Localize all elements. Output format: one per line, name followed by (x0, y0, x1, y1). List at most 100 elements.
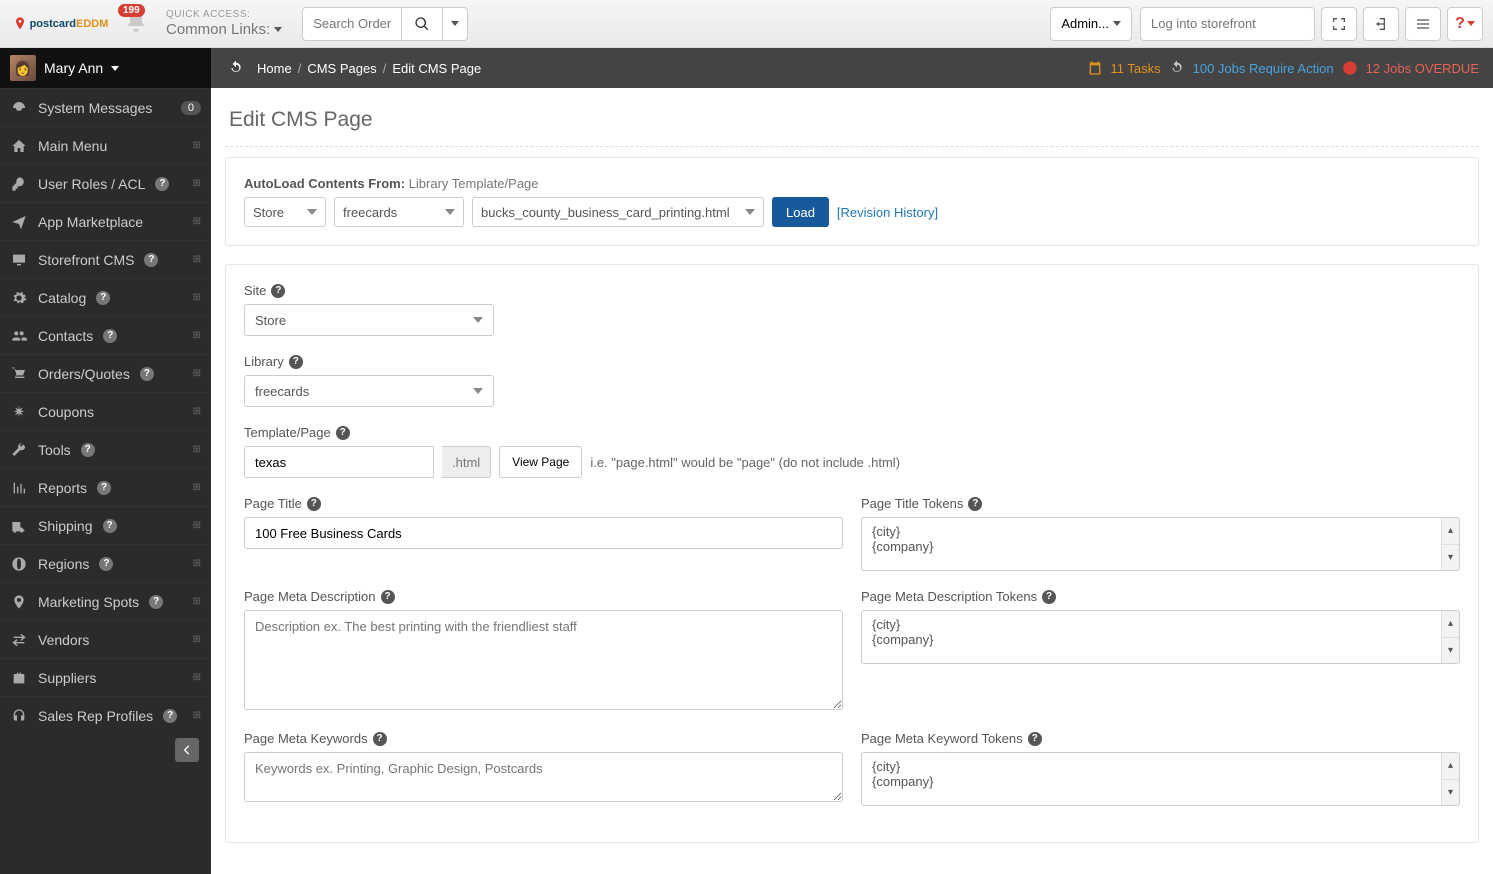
sidebar-item-catalog[interactable]: Catalog? ⊞ (0, 278, 211, 316)
scroll-up-icon[interactable]: ▴ (1441, 611, 1459, 638)
expand-icon: ⊞ (193, 368, 201, 379)
sidebar-item-label: App Marketplace (38, 214, 143, 230)
sidebar-item-system-messages[interactable]: System Messages 0 (0, 88, 211, 126)
help-icon[interactable]: ? (144, 253, 158, 267)
template-hint: i.e. "page.html" would be "page" (do not… (590, 455, 900, 470)
meta-keyword-tokens[interactable]: {city} {company} ▴▾ (861, 752, 1460, 806)
sidebar-item-orders-quotes[interactable]: Orders/Quotes?⊞ (0, 354, 211, 392)
scroll-down-icon[interactable]: ▾ (1441, 780, 1459, 806)
scroll-down-icon[interactable]: ▾ (1441, 545, 1459, 571)
breadcrumb-cms[interactable]: CMS Pages (307, 61, 376, 76)
exchange-icon (10, 632, 28, 648)
revision-history-link[interactable]: [Revision History] (837, 205, 938, 220)
autoload-store-select[interactable]: Store (244, 197, 326, 227)
help-icon[interactable]: ? (1028, 732, 1042, 746)
sidebar-collapse-button[interactable] (175, 738, 199, 762)
expand-icon: ⊞ (193, 254, 201, 265)
sidebar-item-label: Suppliers (38, 670, 96, 686)
avatar: 👩 (10, 55, 36, 81)
expand-icon: ⊞ (193, 634, 201, 645)
briefcase-icon (10, 670, 28, 686)
expand-icon: ⊞ (193, 406, 201, 417)
autoload-library-select[interactable]: freecards (334, 197, 464, 227)
sidebar-item-storefront-cms[interactable]: Storefront CMS?⊞ (0, 240, 211, 278)
chevron-down-icon (274, 27, 282, 32)
meta-description-tokens[interactable]: {city} {company} ▴▾ (861, 610, 1460, 664)
sidebar-badge: 0 (181, 101, 201, 115)
help-icon[interactable]: ? (140, 367, 154, 381)
refresh-button[interactable] (225, 57, 247, 79)
scroll-up-icon[interactable]: ▴ (1441, 753, 1459, 780)
help-icon[interactable]: ? (271, 284, 285, 298)
quick-access-dropdown[interactable]: QUICK ACCESS: Common Links: (166, 9, 282, 39)
sidebar-item-label: System Messages (38, 100, 152, 116)
page-title-tokens[interactable]: {city} {company} ▴▾ (861, 517, 1460, 571)
help-icon[interactable]: ? (381, 590, 395, 604)
expand-icon: ⊞ (193, 292, 201, 303)
help-icon[interactable]: ? (96, 291, 110, 305)
view-page-button[interactable]: View Page (499, 446, 582, 478)
help-icon[interactable]: ? (103, 329, 117, 343)
sidebar-item-contacts[interactable]: Contacts?⊞ (0, 316, 211, 354)
sidebar-item-label: Contacts (38, 328, 93, 344)
search-button[interactable] (401, 7, 443, 41)
help-icon[interactable]: ? (336, 426, 350, 440)
wrench-icon (10, 442, 28, 458)
user-menu[interactable]: 👩 Mary Ann (0, 48, 211, 88)
jobs-attention-link[interactable]: 100 Jobs Require Action (1193, 61, 1334, 76)
sidebar-item-suppliers[interactable]: Suppliers⊞ (0, 658, 211, 696)
help-dropdown[interactable]: ? (1447, 7, 1483, 41)
html-addon: .html (442, 446, 491, 478)
expand-icon: ⊞ (193, 178, 201, 189)
sidebar-item-app-marketplace[interactable]: App Marketplace⊞ (0, 202, 211, 240)
admin-dropdown[interactable]: Admin... (1050, 7, 1132, 41)
notifications-bell[interactable]: 199 (124, 10, 148, 37)
scroll-up-icon[interactable]: ▴ (1441, 518, 1459, 545)
help-icon[interactable]: ? (155, 177, 169, 191)
logo[interactable]: postcardEDDM (10, 4, 110, 44)
meta-description-textarea[interactable] (244, 610, 843, 710)
sidebar-item-main-menu[interactable]: Main Menu⊞ (0, 126, 211, 164)
site-select[interactable]: Store (244, 304, 494, 336)
scroll-down-icon[interactable]: ▾ (1441, 638, 1459, 664)
help-icon[interactable]: ? (289, 355, 303, 369)
help-icon[interactable]: ? (149, 595, 163, 609)
load-button[interactable]: Load (772, 197, 829, 227)
help-icon[interactable]: ? (103, 519, 117, 533)
library-select[interactable]: freecards (244, 375, 494, 407)
search-dropdown-button[interactable] (442, 7, 468, 41)
sidebar-item-user-roles-acl[interactable]: User Roles / ACL?⊞ (0, 164, 211, 202)
help-icon[interactable]: ? (81, 443, 95, 457)
tasks-link[interactable]: 11 Tasks (1111, 61, 1161, 76)
sidebar-item-coupons[interactable]: Coupons⊞ (0, 392, 211, 430)
template-input[interactable] (244, 446, 434, 478)
sidebar-item-regions[interactable]: Regions?⊞ (0, 544, 211, 582)
storefront-login-input[interactable] (1140, 7, 1315, 41)
search-input[interactable] (302, 7, 402, 41)
help-icon[interactable]: ? (99, 557, 113, 571)
page-title: Edit CMS Page (211, 88, 1493, 146)
sidebar-item-sales-rep-profiles[interactable]: Sales Rep Profiles?⊞ (0, 696, 211, 734)
help-icon[interactable]: ? (307, 497, 321, 511)
expand-icon: ⊞ (193, 596, 201, 607)
autoload-template-select[interactable]: bucks_county_business_card_printing.html (472, 197, 764, 227)
help-icon[interactable]: ? (1042, 590, 1056, 604)
signout-button[interactable] (1363, 7, 1399, 41)
sidebar-item-vendors[interactable]: Vendors⊞ (0, 620, 211, 658)
expand-button[interactable] (1321, 7, 1357, 41)
sidebar-item-shipping[interactable]: Shipping?⊞ (0, 506, 211, 544)
sidebar-item-marketing-spots[interactable]: Marketing Spots?⊞ (0, 582, 211, 620)
sidebar-item-label: Catalog (38, 290, 86, 306)
menu-button[interactable] (1405, 7, 1441, 41)
sidebar-item-tools[interactable]: Tools?⊞ (0, 430, 211, 468)
help-icon[interactable]: ? (968, 497, 982, 511)
page-title-input[interactable] (244, 517, 843, 549)
sidebar-item-reports[interactable]: Reports?⊞ (0, 468, 211, 506)
meta-keywords-textarea[interactable] (244, 752, 843, 802)
help-icon[interactable]: ? (373, 732, 387, 746)
help-icon[interactable]: ? (97, 481, 111, 495)
quick-access-label: QUICK ACCESS: (166, 9, 282, 21)
breadcrumb-home[interactable]: Home (257, 61, 292, 76)
jobs-overdue-link[interactable]: 12 Jobs OVERDUE (1366, 61, 1479, 76)
help-icon[interactable]: ? (163, 709, 177, 723)
